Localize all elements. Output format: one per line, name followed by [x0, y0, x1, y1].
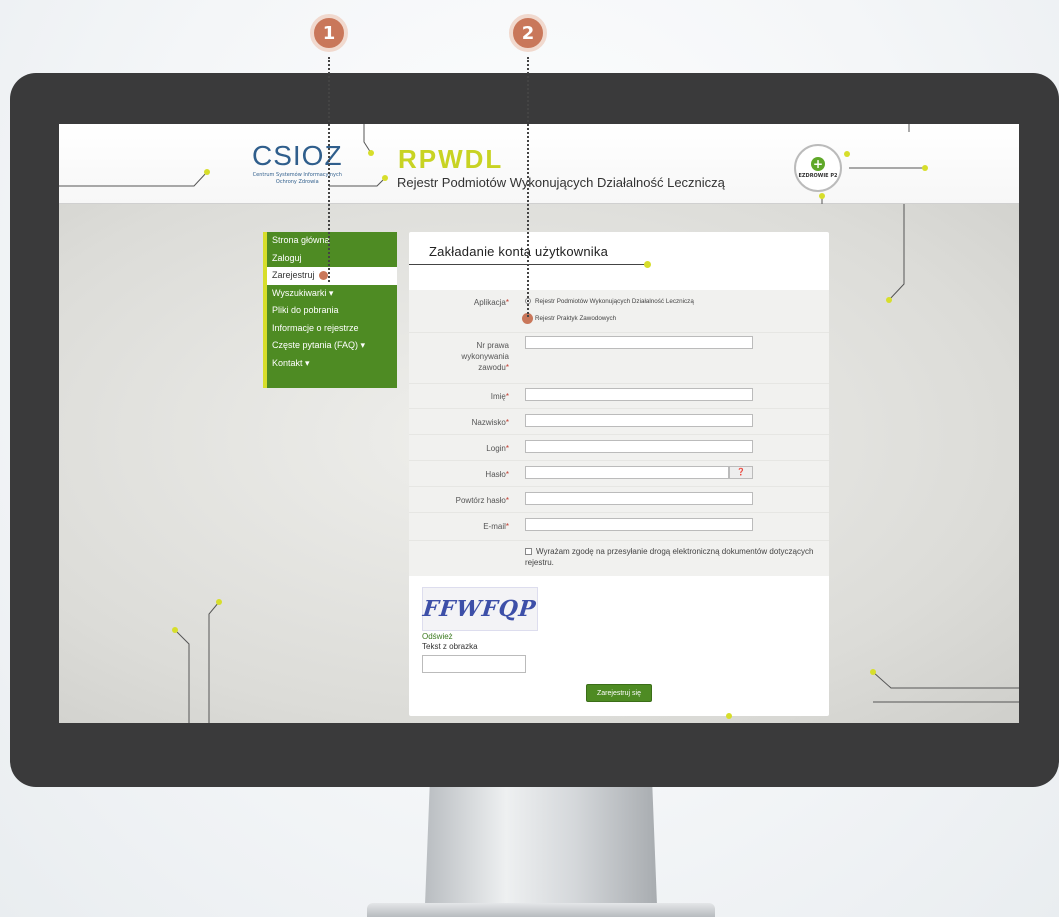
- application-label-text: Aplikacja: [473, 298, 506, 307]
- register-button[interactable]: Zarejestruj się: [586, 684, 652, 702]
- form-divider: [409, 540, 829, 541]
- required-mark: *: [505, 444, 509, 453]
- site-body: Strona główna Zaloguj Zarejestruj Wyszuk…: [59, 204, 1019, 723]
- form-divider: [409, 408, 829, 409]
- first-name-label-text: Imię: [490, 392, 506, 401]
- captcha-label: Tekst z obrazka: [422, 642, 478, 651]
- password-label-text: Hasło: [485, 470, 506, 479]
- required-mark: *: [505, 496, 509, 505]
- captcha-input[interactable]: [422, 655, 526, 673]
- repeat-password-input[interactable]: [525, 492, 753, 505]
- required-mark: *: [505, 522, 509, 531]
- title-dot-icon: [644, 261, 651, 268]
- login-label: Login*: [429, 443, 509, 454]
- license-label-text: Nr prawa wykonywania zawodu: [461, 341, 509, 372]
- required-mark: *: [505, 363, 509, 372]
- login-label-text: Login: [486, 444, 506, 453]
- marker-1-leader: [328, 57, 330, 282]
- password-input[interactable]: [525, 466, 729, 479]
- ezdrowie-logo[interactable]: + EZDROWIE P2: [794, 144, 842, 192]
- radio-option-rpwdl[interactable]: Rejestr Podmiotów Wykonujących Działalno…: [525, 298, 694, 305]
- form-divider: [409, 332, 829, 333]
- captcha-image: FFWFQP: [422, 587, 538, 631]
- license-number-input[interactable]: [525, 336, 753, 349]
- sidebar-item-home[interactable]: Strona główna: [267, 232, 397, 250]
- form-divider: [409, 434, 829, 435]
- sidebar-item-downloads[interactable]: Pliki do pobrania: [267, 302, 397, 320]
- form-divider: [409, 512, 829, 513]
- first-name-label: Imię*: [429, 391, 509, 402]
- radio-option-rpz-label: Rejestr Praktyk Zawodowych: [535, 315, 617, 323]
- last-name-label-text: Nazwisko: [471, 418, 506, 427]
- consent-checkbox[interactable]: Wyrażam zgodę na przesyłanie drogą elekt…: [525, 546, 825, 568]
- radio-option-rpz[interactable]: Rejestr Praktyk Zawodowych: [522, 313, 617, 324]
- sidebar-item-register[interactable]: Zarejestruj: [267, 267, 397, 285]
- registration-panel: Zakładanie konta użytkownika Aplikacja* …: [409, 232, 829, 716]
- password-label: Hasło*: [429, 469, 509, 480]
- plus-icon: +: [811, 157, 825, 171]
- monitor-base: [367, 903, 715, 917]
- form-divider: [409, 383, 829, 384]
- repeat-password-label-text: Powtórz hasło: [455, 496, 506, 505]
- sidebar-item-login[interactable]: Zaloguj: [267, 250, 397, 268]
- captcha-text: FFWFQP: [421, 596, 539, 622]
- application-label: Aplikacja*: [429, 297, 509, 308]
- consent-text: Wyrażam zgodę na przesyłanie drogą elekt…: [525, 547, 814, 567]
- site-title: RPWDL: [398, 144, 504, 174]
- page-title: Zakładanie konta użytkownika: [429, 244, 609, 259]
- form-divider: [409, 460, 829, 461]
- radio-option-rpwdl-label: Rejestr Podmiotów Wykonujących Działalno…: [535, 298, 694, 305]
- sidebar-item-register-label: Zarejestruj: [272, 270, 315, 280]
- monitor-stand: [425, 787, 657, 905]
- repeat-password-label: Powtórz hasło*: [429, 495, 509, 506]
- required-mark: *: [505, 392, 509, 401]
- captcha-refresh-link[interactable]: Odśwież: [422, 632, 453, 641]
- ezdrowie-logo-text: EZDROWIE P2: [798, 173, 838, 179]
- login-input[interactable]: [525, 440, 753, 453]
- sidebar-item-about[interactable]: Informacje o rejestrze: [267, 320, 397, 338]
- license-label: Nr prawa wykonywania zawodu*: [439, 340, 509, 373]
- required-mark: *: [505, 470, 509, 479]
- required-mark: *: [505, 418, 509, 427]
- checkbox-icon[interactable]: [525, 548, 532, 555]
- sidebar-item-contact[interactable]: Kontakt ▾: [267, 355, 397, 373]
- monitor-screen: CSIOZ Centrum Systemów Informacyjnych Oc…: [59, 124, 1019, 723]
- email-label-text: E-mail: [483, 522, 506, 531]
- sidebar-item-faq[interactable]: Częste pytania (FAQ) ▾: [267, 337, 397, 355]
- email-label: E-mail*: [429, 521, 509, 532]
- form-divider: [409, 486, 829, 487]
- help-icon[interactable]: ❓: [729, 466, 753, 479]
- registration-form: Aplikacja* Rejestr Podmiotów Wykonującyc…: [409, 290, 829, 576]
- last-name-input[interactable]: [525, 414, 753, 427]
- marker-1-badge: 1: [310, 14, 348, 52]
- marker-2-leader: [527, 57, 529, 317]
- required-mark: *: [505, 298, 509, 307]
- sidebar-item-search[interactable]: Wyszukiwarki ▾: [267, 285, 397, 303]
- sidebar-nav: Strona główna Zaloguj Zarejestruj Wyszuk…: [263, 232, 397, 388]
- last-name-label: Nazwisko*: [429, 417, 509, 428]
- site-header: CSIOZ Centrum Systemów Informacyjnych Oc…: [59, 124, 1019, 204]
- first-name-input[interactable]: [525, 388, 753, 401]
- highlight-dot-icon: [318, 271, 328, 281]
- email-input[interactable]: [525, 518, 753, 531]
- site-subtitle: Rejestr Podmiotów Wykonujących Działalno…: [397, 175, 725, 190]
- marker-2-badge: 2: [509, 14, 547, 52]
